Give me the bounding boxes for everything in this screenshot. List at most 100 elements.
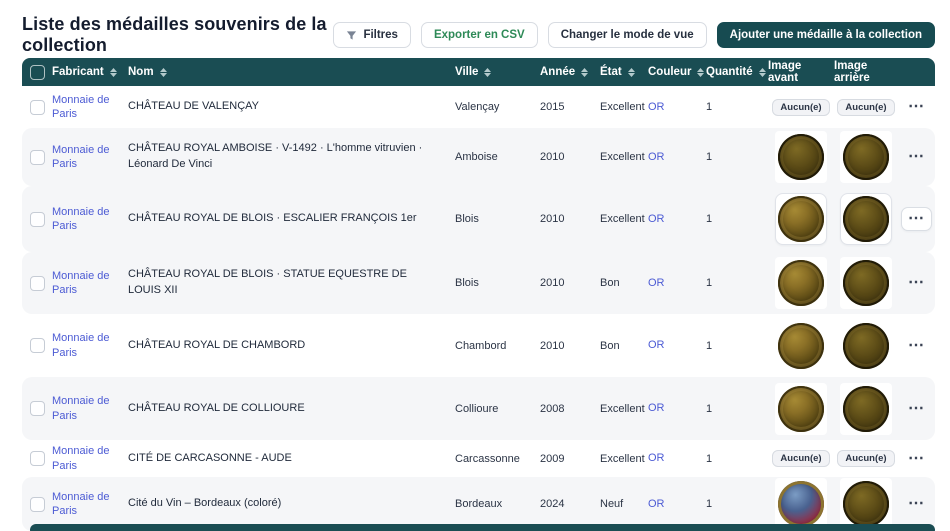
row-actions-button[interactable]: ⋯: [908, 338, 925, 354]
medal-back-image[interactable]: [840, 193, 892, 245]
row-actions-button[interactable]: ⋯: [908, 99, 925, 115]
quantite-value: 1: [706, 101, 712, 113]
row-checkbox[interactable]: [30, 100, 45, 115]
coin-front-thumbnail: [778, 386, 824, 432]
row-actions-button[interactable]: ⋯: [908, 401, 925, 417]
couleur-link[interactable]: OR: [648, 212, 665, 226]
ville-value: Collioure: [455, 403, 498, 415]
fabricant-link[interactable]: Monnaie de Paris: [52, 143, 128, 172]
column-header-image-arriere: Image arrière: [834, 60, 898, 84]
column-header-couleur[interactable]: Couleur: [648, 66, 704, 78]
coin-back-thumbnail: [843, 260, 889, 306]
ville-value: Amboise: [455, 151, 498, 163]
sort-icon: [484, 68, 491, 77]
row-checkbox[interactable]: [30, 401, 45, 416]
sort-icon: [759, 68, 766, 77]
medal-back-image[interactable]: [840, 320, 892, 372]
couleur-link[interactable]: OR: [648, 338, 665, 352]
annee-value: 2009: [540, 453, 564, 465]
table-row[interactable]: Monnaie de Paris CHÂTEAU ROYAL DE BLOIS …: [22, 186, 935, 252]
quantite-value: 1: [706, 453, 712, 465]
medals-table: Fabricant Nom Ville Année État Couleur Q…: [22, 58, 935, 531]
row-actions-button[interactable]: ⋯: [908, 275, 925, 291]
table-row[interactable]: Monnaie de Paris CITÉ DE CARCASONNE - AU…: [22, 440, 935, 477]
coin-back-thumbnail: [843, 323, 889, 369]
annee-value: 2010: [540, 277, 564, 289]
couleur-link[interactable]: OR: [648, 276, 665, 290]
row-checkbox[interactable]: [30, 338, 45, 353]
filters-button[interactable]: Filtres: [333, 22, 411, 48]
column-header-annee[interactable]: Année: [540, 66, 588, 78]
medal-back-image[interactable]: [840, 131, 892, 183]
row-actions-button[interactable]: ⋯: [908, 496, 925, 512]
table-row[interactable]: Monnaie de Paris CHÂTEAU ROYAL DE CHAMBO…: [22, 314, 935, 377]
couleur-link[interactable]: OR: [648, 451, 665, 465]
couleur-link[interactable]: OR: [648, 150, 665, 164]
change-view-button[interactable]: Changer le mode de vue: [548, 22, 707, 48]
medal-name: CITÉ DE CARCASONNE - AUDE: [128, 451, 292, 467]
row-checkbox[interactable]: [30, 276, 45, 291]
medal-front-image[interactable]: [775, 383, 827, 435]
medal-front-image[interactable]: [775, 193, 827, 245]
coin-front-thumbnail: [778, 323, 824, 369]
table-row[interactable]: Monnaie de Paris CHÂTEAU ROYAL DE BLOIS …: [22, 252, 935, 314]
medal-name: CHÂTEAU ROYAL DE CHAMBORD: [128, 338, 305, 354]
image-avant-none-badge: Aucun(e): [772, 99, 829, 116]
medal-name: Cité du Vin – Bordeaux (coloré): [128, 496, 281, 512]
select-all-checkbox[interactable]: [30, 65, 45, 80]
export-csv-button[interactable]: Exporter en CSV: [421, 22, 538, 48]
etat-value: Excellent: [600, 403, 645, 415]
coin-front-thumbnail: [778, 196, 824, 242]
row-actions-button[interactable]: ⋯: [908, 149, 925, 165]
fabricant-link[interactable]: Monnaie de Paris: [52, 490, 128, 519]
medal-front-image[interactable]: [775, 320, 827, 372]
fabricant-link[interactable]: Monnaie de Paris: [52, 444, 128, 473]
row-checkbox[interactable]: [30, 150, 45, 165]
medal-front-image[interactable]: [775, 478, 827, 530]
medal-back-image[interactable]: [840, 257, 892, 309]
column-header-fabricant[interactable]: Fabricant: [52, 66, 117, 78]
fabricant-link[interactable]: Monnaie de Paris: [52, 331, 128, 360]
medal-front-image[interactable]: [775, 131, 827, 183]
coin-back-thumbnail: [843, 481, 889, 527]
ville-value: Blois: [455, 213, 479, 225]
page-title: Liste des médailles souvenirs de la coll…: [22, 14, 333, 56]
add-medal-button[interactable]: Ajouter une médaille à la collection: [717, 22, 935, 48]
couleur-link[interactable]: OR: [648, 401, 665, 415]
medal-back-image[interactable]: [840, 478, 892, 530]
coin-back-thumbnail: [843, 386, 889, 432]
column-header-nom[interactable]: Nom: [128, 66, 167, 78]
couleur-link[interactable]: OR: [648, 497, 665, 511]
medal-front-image[interactable]: [775, 257, 827, 309]
couleur-link[interactable]: OR: [648, 100, 665, 114]
coin-front-thumbnail: [778, 134, 824, 180]
column-header-quantite[interactable]: Quantité: [706, 66, 766, 78]
etat-value: Neuf: [600, 498, 623, 510]
coin-front-thumbnail: [778, 260, 824, 306]
fabricant-link[interactable]: Monnaie de Paris: [52, 394, 128, 423]
column-header-etat[interactable]: État: [600, 66, 635, 78]
medal-back-image[interactable]: [840, 383, 892, 435]
table-row[interactable]: Monnaie de Paris Cité du Vin – Bordeaux …: [22, 477, 935, 531]
etat-value: Bon: [600, 277, 620, 289]
column-header-ville[interactable]: Ville: [455, 66, 491, 78]
row-checkbox[interactable]: [30, 212, 45, 227]
medals-collection-page: Liste des médailles souvenirs de la coll…: [0, 0, 950, 531]
row-checkbox[interactable]: [30, 451, 45, 466]
quantite-value: 1: [706, 498, 712, 510]
etat-value: Excellent: [600, 453, 645, 465]
fabricant-link[interactable]: Monnaie de Paris: [52, 269, 128, 298]
row-actions-button[interactable]: ⋯: [908, 451, 925, 467]
table-row[interactable]: Monnaie de Paris CHÂTEAU DE VALENÇAY Val…: [22, 86, 935, 128]
image-avant-none-badge: Aucun(e): [772, 450, 829, 467]
row-checkbox[interactable]: [30, 497, 45, 512]
row-actions-button[interactable]: ⋯: [901, 207, 932, 231]
image-arriere-none-badge: Aucun(e): [837, 450, 894, 467]
annee-value: 2015: [540, 101, 564, 113]
table-row[interactable]: Monnaie de Paris CHÂTEAU ROYAL AMBOISE ·…: [22, 128, 935, 186]
fabricant-link[interactable]: Monnaie de Paris: [52, 93, 128, 122]
quantite-value: 1: [706, 277, 712, 289]
column-header-image-avant: Image avant: [768, 60, 834, 84]
fabricant-link[interactable]: Monnaie de Paris: [52, 205, 128, 234]
table-row[interactable]: Monnaie de Paris CHÂTEAU ROYAL DE COLLIO…: [22, 377, 935, 440]
